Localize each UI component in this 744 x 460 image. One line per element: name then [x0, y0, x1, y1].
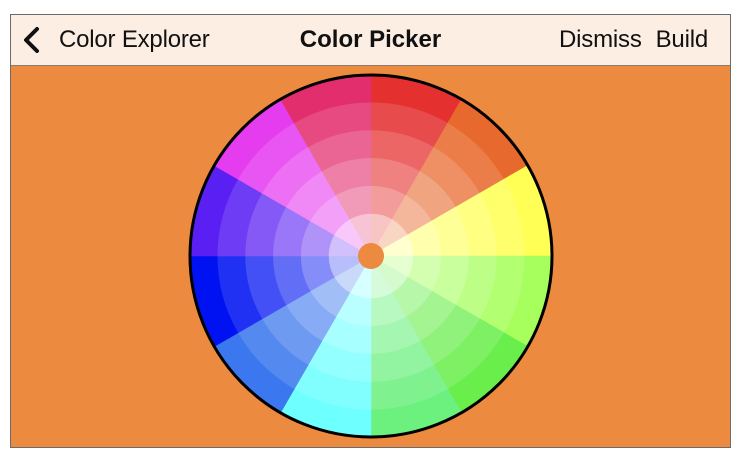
navbar-actions: Dismiss Build: [559, 25, 708, 55]
color-wheel[interactable]: [11, 66, 730, 447]
page-title: Color Picker: [299, 26, 442, 53]
build-button[interactable]: Build: [656, 26, 709, 54]
back-button[interactable]: Color Explorer: [19, 25, 210, 55]
dismiss-button[interactable]: Dismiss: [559, 26, 642, 54]
chevron-left-icon: [24, 27, 39, 53]
navigation-bar: Color Explorer Color Picker Dismiss Buil…: [11, 15, 730, 66]
selected-color-indicator: [358, 243, 384, 269]
back-button-label: Color Explorer: [59, 26, 210, 53]
content-area: [11, 66, 730, 447]
app-window: Color Explorer Color Picker Dismiss Buil…: [10, 14, 731, 448]
